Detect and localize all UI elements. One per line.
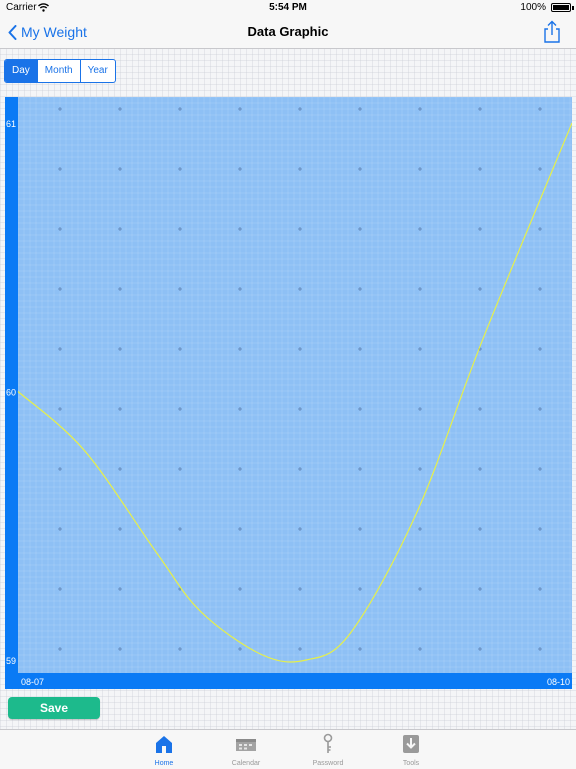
- tab-tools-label: Tools: [402, 760, 420, 767]
- home-icon: [156, 736, 172, 753]
- x-tick-label: 08-10: [547, 677, 570, 687]
- download-icon: [403, 735, 419, 753]
- tab-password[interactable]: Password: [298, 733, 358, 767]
- key-icon: [323, 733, 333, 753]
- battery-nub: [572, 6, 574, 10]
- segment-year[interactable]: Year: [81, 60, 115, 82]
- segment-month[interactable]: Month: [38, 60, 81, 82]
- weight-chart: 59 60 61 08-07 08-10: [5, 97, 572, 689]
- share-icon: [544, 20, 560, 43]
- clock-time: 5:54 PM: [269, 2, 307, 13]
- back-button[interactable]: My Weight: [8, 22, 87, 42]
- x-axis-bar: [5, 673, 572, 689]
- status-bar: Carrier 5:54 PM 100%: [0, 0, 576, 16]
- y-tick-label: 61: [6, 119, 16, 129]
- y-tick-label: 59: [6, 656, 16, 666]
- battery-icon: [551, 3, 571, 12]
- tab-calendar[interactable]: Calendar: [216, 733, 276, 767]
- tab-home-label: Home: [154, 760, 174, 767]
- tab-tools[interactable]: Tools: [381, 733, 441, 767]
- back-button-label: My Weight: [21, 24, 87, 40]
- x-tick-label: 08-07: [21, 677, 44, 687]
- segment-day[interactable]: Day: [5, 60, 38, 82]
- save-button[interactable]: Save: [8, 697, 100, 719]
- calendar-icon: [236, 739, 256, 751]
- tab-bar: Home Calendar Password Tools: [0, 729, 576, 769]
- navigation-bar: Data Graphic My Weight: [0, 16, 576, 49]
- tab-calendar-label: Calendar: [231, 760, 261, 767]
- battery-percent: 100%: [520, 2, 546, 13]
- share-button[interactable]: [542, 20, 562, 44]
- tab-home[interactable]: Home: [134, 733, 194, 767]
- y-tick-label: 60: [6, 388, 16, 398]
- tab-password-label: Password: [312, 760, 344, 767]
- chevron-left-icon: [8, 24, 17, 40]
- period-segmented-control: Day Month Year: [4, 59, 116, 83]
